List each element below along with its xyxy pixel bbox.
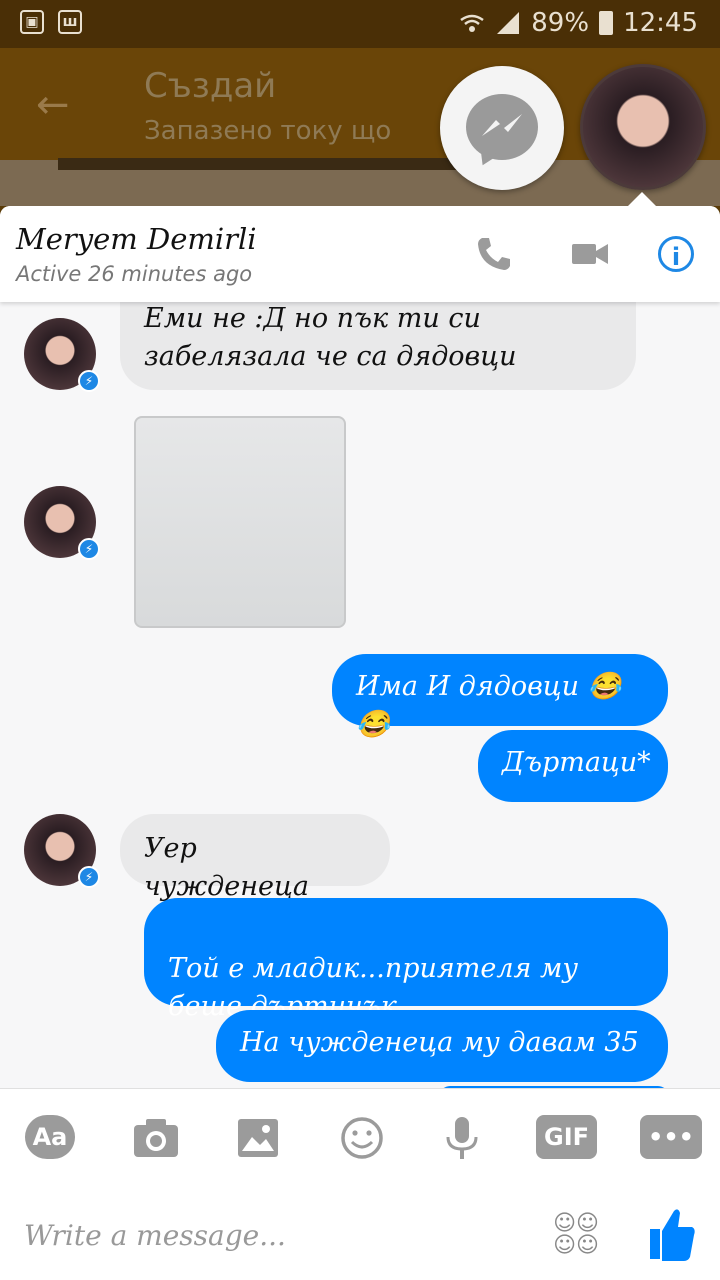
signal-icon — [497, 12, 520, 34]
clock: 12:45 — [623, 8, 698, 38]
back-arrow-icon: ← — [36, 82, 70, 128]
contact-chat-head-avatar[interactable] — [580, 64, 706, 190]
contact-avatar[interactable]: ⚡ — [24, 486, 100, 560]
background-title: Създай — [144, 66, 277, 106]
background-subtitle: Запазено току що — [144, 116, 392, 146]
emoji-icon[interactable] — [334, 1115, 390, 1161]
message-list[interactable]: ⚡ Еми не :Д но пък ти си забелязала че с… — [0, 206, 720, 1096]
messenger-badge-icon: ⚡ — [78, 538, 100, 560]
messenger-bolt-icon — [482, 114, 522, 136]
gif-button[interactable]: GIF — [536, 1115, 598, 1161]
more-options-button[interactable]: ••• — [640, 1115, 703, 1161]
contact-name[interactable]: Meryem Demirli — [16, 222, 257, 256]
wifi-icon — [460, 14, 485, 32]
message-input[interactable]: Write a message... — [24, 1219, 286, 1252]
camera-icon[interactable] — [128, 1115, 184, 1161]
chat-panel: Meryem Demirli Active 26 minutes ago i ⚡… — [0, 206, 720, 1280]
message-outgoing[interactable]: Дъртаци* — [478, 730, 668, 802]
photo-message[interactable] — [134, 416, 346, 628]
message-incoming[interactable]: Еми не :Д но пък ти си забелязала че са … — [120, 292, 636, 390]
messenger-badge-icon: ⚡ — [78, 866, 100, 888]
app-icon: ш — [58, 10, 82, 34]
message-text-7: На чужденеца му давам 35 — [240, 1027, 639, 1058]
contact-avatar[interactable]: ⚡ — [24, 814, 100, 888]
microphone-icon[interactable] — [434, 1115, 490, 1161]
video-call-icon[interactable] — [570, 234, 610, 274]
like-thumb-icon[interactable] — [648, 1205, 698, 1263]
gallery-icon[interactable] — [230, 1115, 286, 1161]
message-outgoing[interactable]: На чужденеца му давам 35 — [216, 1010, 668, 1082]
message-text-5: Уер чужденеца — [144, 833, 309, 902]
chat-header: Meryem Demirli Active 26 minutes ago i — [0, 206, 720, 302]
phone-icon[interactable] — [474, 234, 514, 274]
contact-status: Active 26 minutes ago — [16, 262, 253, 286]
text-format-button[interactable]: Aa — [22, 1115, 78, 1161]
more-icon: ••• — [640, 1115, 703, 1159]
contact-avatar[interactable]: ⚡ — [24, 318, 100, 392]
battery-percent: 89% — [531, 8, 590, 38]
messenger-chat-head[interactable] — [440, 66, 564, 190]
battery-icon — [599, 11, 614, 35]
aa-icon: Aa — [24, 1115, 76, 1159]
chat-head-caret — [628, 192, 656, 206]
message-text-1: Еми не :Д но пък ти си забелязала че са … — [144, 303, 517, 372]
info-icon[interactable]: i — [658, 236, 694, 272]
message-outgoing[interactable]: Той е младик...приятеля му беше дъртичък — [144, 898, 668, 1022]
status-bar: ▣ ш 89% 12:45 — [0, 0, 720, 48]
message-incoming[interactable]: Уер чужденеца — [120, 814, 390, 902]
image-icon: ▣ — [20, 10, 44, 34]
composer: Aa GIF ••• Write a message... ☺☺ ☺☺ — [0, 1088, 720, 1280]
messenger-badge-icon: ⚡ — [78, 370, 100, 392]
message-outgoing[interactable]: Има И дядовци 😂😂 — [332, 654, 668, 740]
message-text-4: Дъртаци* — [502, 747, 651, 778]
stickers-icon[interactable]: ☺☺ ☺☺ — [552, 1213, 600, 1261]
gif-icon: GIF — [536, 1115, 598, 1159]
